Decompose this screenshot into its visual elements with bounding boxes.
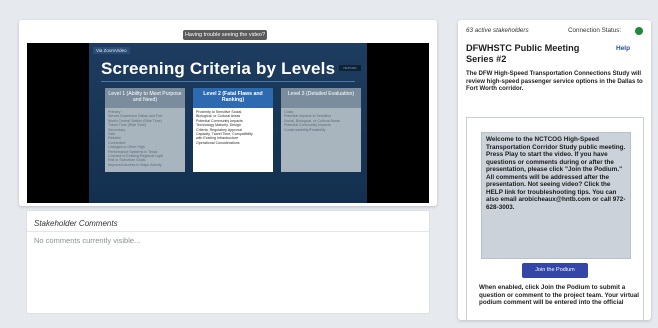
comments-divider bbox=[27, 231, 429, 232]
criteria-item: Constructability/Feasibility bbox=[284, 127, 326, 132]
help-link[interactable]: Help bbox=[616, 45, 630, 52]
stakeholder-comments-panel: Stakeholder Comments No comments current… bbox=[26, 210, 430, 314]
level-criteria-list: Costs Potential Impacts to Sensitive Soc… bbox=[281, 108, 361, 172]
criteria-item: Operational Considerations bbox=[196, 140, 240, 145]
connection-status-icon bbox=[635, 27, 643, 35]
level-1-column: Level 1 (Ability to Meet Purpose and Nee… bbox=[105, 88, 185, 172]
comments-title: Stakeholder Comments bbox=[34, 219, 118, 228]
slide-title-divider bbox=[101, 81, 355, 82]
connection-status-label: Connection Status: bbox=[568, 27, 622, 34]
meeting-sidebar: 63 active stakeholders Connection Status… bbox=[458, 20, 651, 320]
presentation-slide: Via ZoomVideo NCTCOG Screening Criteria … bbox=[89, 43, 367, 203]
comments-empty-state: No comments currently visible... bbox=[34, 236, 141, 245]
slide-title: Screening Criteria by Levels bbox=[101, 59, 336, 78]
level-heading: Level 2 (Fatal Flaws and Ranking) bbox=[193, 88, 273, 108]
meeting-title: DFWHSTC Public Meeting Series #2 bbox=[466, 43, 580, 64]
criteria-item: Improved Access to Major Activity bbox=[108, 162, 162, 167]
meeting-description: The DFW High-Speed Transportation Connec… bbox=[466, 70, 643, 93]
join-podium-button[interactable]: Join the Podium bbox=[522, 263, 588, 278]
level-heading: Level 3 (Detailed Evaluation) bbox=[281, 88, 361, 108]
level-criteria-list: Primary Serves Downtown Dallas and Fort … bbox=[105, 108, 185, 172]
level-heading: Level 1 (Ability to Meet Purpose and Nee… bbox=[105, 88, 185, 108]
welcome-message-box: Welcome to the NCTCOG High-Speed Transpo… bbox=[481, 132, 631, 259]
active-stakeholders-count: 63 active stakeholders bbox=[466, 27, 529, 34]
trouble-seeing-video-button[interactable]: Having trouble seeing the video? bbox=[183, 30, 267, 40]
welcome-message: Welcome to the NCTCOG High-Speed Transpo… bbox=[486, 136, 626, 211]
video-player[interactable]: Via ZoomVideo NCTCOG Screening Criteria … bbox=[27, 43, 429, 203]
level-2-column: Level 2 (Fatal Flaws and Ranking) Proxim… bbox=[193, 88, 273, 172]
slide-logo-tag: NCTCOG bbox=[339, 65, 361, 71]
slide-brand-label: Via ZoomVideo bbox=[93, 47, 130, 54]
level-criteria-list: Proximity to Sensitive Social, Biologica… bbox=[193, 108, 273, 172]
level-3-column: Level 3 (Detailed Evaluation) Costs Pote… bbox=[281, 88, 361, 172]
meeting-info-scroll-area[interactable]: Welcome to the NCTCOG High-Speed Transpo… bbox=[466, 117, 644, 320]
podium-instructions: When enabled, click Join the Podium to s… bbox=[479, 284, 640, 307]
